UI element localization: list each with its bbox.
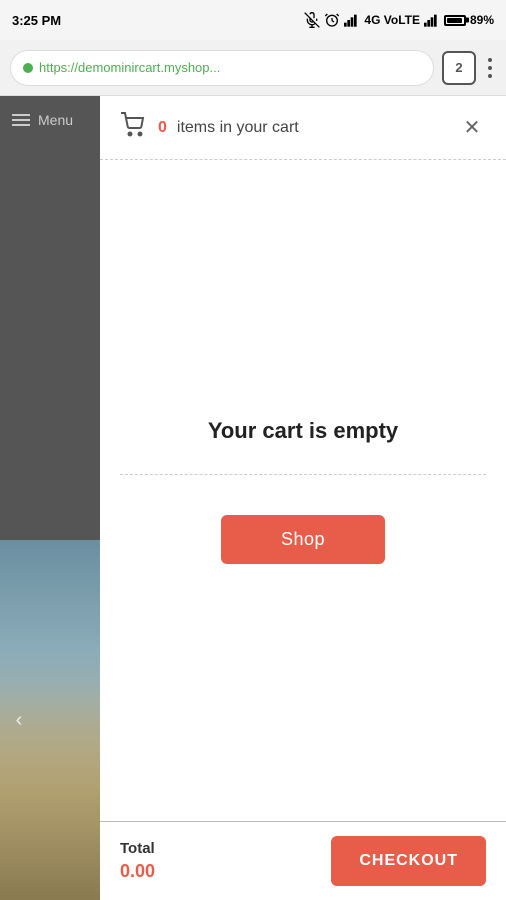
total-section: Total 0.00 [120, 840, 155, 882]
cart-items-label: items in your cart [177, 119, 299, 137]
tab-switcher[interactable]: 2 [442, 51, 476, 85]
cart-body: Your cart is empty Shop [100, 160, 506, 821]
mute-icon [304, 12, 320, 28]
cart-header: 0 items in your cart ✕ [100, 96, 506, 160]
hamburger-icon [12, 114, 30, 126]
shop-button[interactable]: Shop [221, 515, 385, 564]
network-label: 4G VoLTE [364, 13, 420, 27]
url-bar[interactable]: https://demominircart.myshop... [10, 50, 434, 86]
cart-icon [120, 112, 148, 138]
signal-icon [344, 13, 360, 27]
cart-icon-wrap [120, 112, 148, 143]
cart-title-row: 0 items in your cart [120, 112, 299, 143]
browser-bar: https://demominircart.myshop... 2 [0, 40, 506, 96]
hero-image: ‹ [0, 540, 100, 900]
menu-toggle[interactable]: Menu [0, 96, 100, 144]
checkout-button[interactable]: CHECKOUT [331, 836, 486, 886]
cart-divider [120, 474, 486, 475]
total-label: Total [120, 840, 155, 857]
status-bar: 3:25 PM 4G VoLTE 89% [0, 0, 506, 40]
browser-menu-button[interactable] [484, 54, 496, 82]
menu-label: Menu [38, 112, 73, 128]
url-text: https://demominircart.myshop... [39, 60, 220, 75]
prev-slide-button[interactable]: ‹ [5, 706, 33, 734]
total-amount: 0.00 [120, 861, 155, 882]
cart-item-count: 0 [158, 119, 167, 137]
empty-cart-message: Your cart is empty [208, 418, 398, 474]
alarm-icon [324, 12, 340, 28]
secure-icon [23, 63, 33, 73]
cart-footer: Total 0.00 CHECKOUT [100, 821, 506, 900]
empty-cart-text: Your cart is empty [208, 418, 398, 444]
time-display: 3:25 PM [12, 13, 61, 28]
cart-panel: 0 items in your cart ✕ Your cart is empt… [100, 96, 506, 900]
signal-icon-2 [424, 13, 440, 27]
close-cart-button[interactable]: ✕ [458, 114, 486, 142]
battery-level: 89% [470, 13, 494, 27]
battery-icon [444, 15, 466, 26]
